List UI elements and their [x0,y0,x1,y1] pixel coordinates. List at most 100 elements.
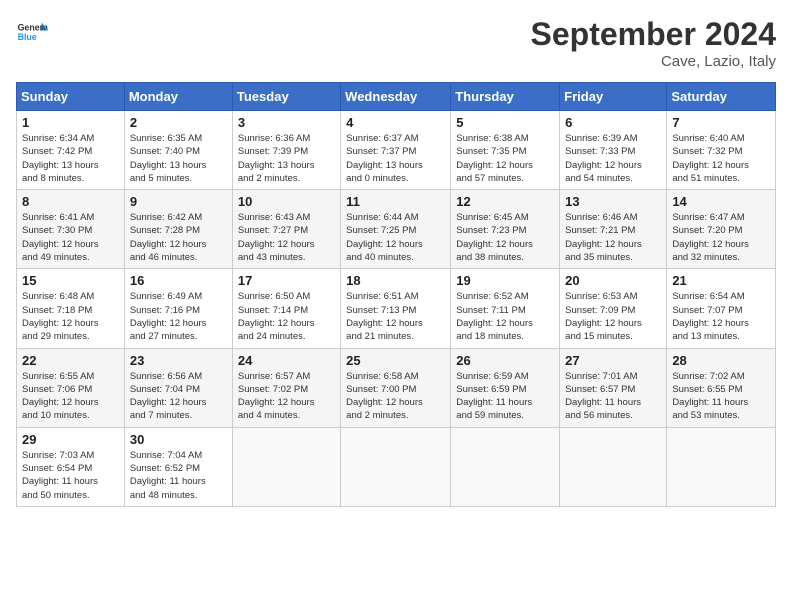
day-info: Sunrise: 6:52 AM Sunset: 7:11 PM Dayligh… [456,290,554,343]
day-of-week-header: Monday [124,83,232,111]
day-number: 25 [346,353,445,368]
day-info: Sunrise: 6:55 AM Sunset: 7:06 PM Dayligh… [22,370,119,423]
calendar-cell: 18 Sunrise: 6:51 AM Sunset: 7:13 PM Dayli… [341,269,451,348]
calendar-cell: 3 Sunrise: 6:36 AM Sunset: 7:39 PM Daylig… [232,111,340,190]
calendar-cell [451,427,560,506]
day-number: 16 [130,273,227,288]
day-number: 18 [346,273,445,288]
page-header: General Blue September 2024 Cave, Lazio,… [16,16,776,70]
day-info: Sunrise: 6:45 AM Sunset: 7:23 PM Dayligh… [456,211,554,264]
day-info: Sunrise: 7:03 AM Sunset: 6:54 PM Dayligh… [22,449,119,502]
day-of-week-header: Wednesday [341,83,451,111]
day-number: 24 [238,353,335,368]
calendar-cell: 25 Sunrise: 6:58 AM Sunset: 7:00 PM Dayli… [341,348,451,427]
calendar-week-row: 1 Sunrise: 6:34 AM Sunset: 7:42 PM Daylig… [17,111,776,190]
day-info: Sunrise: 6:51 AM Sunset: 7:13 PM Dayligh… [346,290,445,343]
calendar-cell: 8 Sunrise: 6:41 AM Sunset: 7:30 PM Daylig… [17,190,125,269]
day-number: 30 [130,432,227,447]
day-info: Sunrise: 6:59 AM Sunset: 6:59 PM Dayligh… [456,370,554,423]
calendar-cell: 19 Sunrise: 6:52 AM Sunset: 7:11 PM Dayli… [451,269,560,348]
calendar-cell: 23 Sunrise: 6:56 AM Sunset: 7:04 PM Dayli… [124,348,232,427]
day-info: Sunrise: 6:35 AM Sunset: 7:40 PM Dayligh… [130,132,227,185]
day-info: Sunrise: 6:43 AM Sunset: 7:27 PM Dayligh… [238,211,335,264]
day-number: 27 [565,353,661,368]
day-info: Sunrise: 6:47 AM Sunset: 7:20 PM Dayligh… [672,211,770,264]
day-number: 11 [346,194,445,209]
calendar-cell: 29 Sunrise: 7:03 AM Sunset: 6:54 PM Dayli… [17,427,125,506]
calendar-cell: 15Sunrise: 6:48 AM Sunset: 7:18 PM Dayli… [17,269,125,348]
day-number: 13 [565,194,661,209]
day-of-week-header: Friday [560,83,667,111]
calendar-cell: 10 Sunrise: 6:43 AM Sunset: 7:27 PM Dayli… [232,190,340,269]
calendar-week-row: 15Sunrise: 6:48 AM Sunset: 7:18 PM Dayli… [17,269,776,348]
calendar-cell: 27 Sunrise: 7:01 AM Sunset: 6:57 PM Dayli… [560,348,667,427]
calendar-cell: 2Sunrise: 6:35 AM Sunset: 7:40 PM Daylig… [124,111,232,190]
day-info: Sunrise: 6:37 AM Sunset: 7:37 PM Dayligh… [346,132,445,185]
day-number: 20 [565,273,661,288]
calendar-cell [341,427,451,506]
day-info: Sunrise: 6:53 AM Sunset: 7:09 PM Dayligh… [565,290,661,343]
calendar-cell: 21Sunrise: 6:54 AM Sunset: 7:07 PM Dayli… [667,269,776,348]
day-info: Sunrise: 6:46 AM Sunset: 7:21 PM Dayligh… [565,211,661,264]
day-info: Sunrise: 6:44 AM Sunset: 7:25 PM Dayligh… [346,211,445,264]
svg-text:Blue: Blue [18,32,37,42]
calendar-table: SundayMondayTuesdayWednesdayThursdayFrid… [16,82,776,507]
calendar-cell: 5 Sunrise: 6:38 AM Sunset: 7:35 PM Daylig… [451,111,560,190]
calendar-week-row: 22 Sunrise: 6:55 AM Sunset: 7:06 PM Dayli… [17,348,776,427]
day-of-week-header: Tuesday [232,83,340,111]
calendar-cell: 24Sunrise: 6:57 AM Sunset: 7:02 PM Dayli… [232,348,340,427]
day-info: Sunrise: 6:39 AM Sunset: 7:33 PM Dayligh… [565,132,661,185]
day-number: 17 [238,273,335,288]
calendar-week-row: 8 Sunrise: 6:41 AM Sunset: 7:30 PM Daylig… [17,190,776,269]
day-of-week-header: Thursday [451,83,560,111]
day-number: 29 [22,432,119,447]
day-info: Sunrise: 6:42 AM Sunset: 7:28 PM Dayligh… [130,211,227,264]
day-number: 8 [22,194,119,209]
day-info: Sunrise: 6:40 AM Sunset: 7:32 PM Dayligh… [672,132,770,185]
title-block: September 2024 Cave, Lazio, Italy [531,16,776,70]
calendar-cell: 17 Sunrise: 6:50 AM Sunset: 7:14 PM Dayli… [232,269,340,348]
day-number: 9 [130,194,227,209]
day-info: Sunrise: 6:50 AM Sunset: 7:14 PM Dayligh… [238,290,335,343]
day-number: 19 [456,273,554,288]
calendar-cell: 9 Sunrise: 6:42 AM Sunset: 7:28 PM Daylig… [124,190,232,269]
day-number: 15 [22,273,119,288]
logo-icon: General Blue [16,16,48,48]
calendar-header-row: SundayMondayTuesdayWednesdayThursdayFrid… [17,83,776,111]
calendar-cell: 26 Sunrise: 6:59 AM Sunset: 6:59 PM Dayli… [451,348,560,427]
calendar-cell [560,427,667,506]
day-number: 7 [672,115,770,130]
day-number: 21 [672,273,770,288]
day-number: 23 [130,353,227,368]
calendar-cell: 4Sunrise: 6:37 AM Sunset: 7:37 PM Daylig… [341,111,451,190]
calendar-cell: 12Sunrise: 6:45 AM Sunset: 7:23 PM Dayli… [451,190,560,269]
day-number: 6 [565,115,661,130]
day-info: Sunrise: 6:36 AM Sunset: 7:39 PM Dayligh… [238,132,335,185]
calendar-cell: 1 Sunrise: 6:34 AM Sunset: 7:42 PM Daylig… [17,111,125,190]
day-info: Sunrise: 6:56 AM Sunset: 7:04 PM Dayligh… [130,370,227,423]
day-of-week-header: Saturday [667,83,776,111]
day-info: Sunrise: 7:04 AM Sunset: 6:52 PM Dayligh… [130,449,227,502]
day-number: 3 [238,115,335,130]
day-info: Sunrise: 7:01 AM Sunset: 6:57 PM Dayligh… [565,370,661,423]
day-number: 10 [238,194,335,209]
day-number: 5 [456,115,554,130]
calendar-cell: 22 Sunrise: 6:55 AM Sunset: 7:06 PM Dayli… [17,348,125,427]
day-info: Sunrise: 6:49 AM Sunset: 7:16 PM Dayligh… [130,290,227,343]
day-info: Sunrise: 7:02 AM Sunset: 6:55 PM Dayligh… [672,370,770,423]
calendar-cell [232,427,340,506]
day-number: 26 [456,353,554,368]
calendar-cell: 20 Sunrise: 6:53 AM Sunset: 7:09 PM Dayli… [560,269,667,348]
logo: General Blue [16,16,48,48]
day-info: Sunrise: 6:38 AM Sunset: 7:35 PM Dayligh… [456,132,554,185]
day-info: Sunrise: 6:41 AM Sunset: 7:30 PM Dayligh… [22,211,119,264]
calendar-cell: 30 Sunrise: 7:04 AM Sunset: 6:52 PM Dayli… [124,427,232,506]
calendar-cell: 28Sunrise: 7:02 AM Sunset: 6:55 PM Dayli… [667,348,776,427]
calendar-cell: 13 Sunrise: 6:46 AM Sunset: 7:21 PM Dayli… [560,190,667,269]
day-number: 14 [672,194,770,209]
day-info: Sunrise: 6:58 AM Sunset: 7:00 PM Dayligh… [346,370,445,423]
day-number: 1 [22,115,119,130]
day-info: Sunrise: 6:34 AM Sunset: 7:42 PM Dayligh… [22,132,119,185]
day-number: 22 [22,353,119,368]
calendar-cell: 11 Sunrise: 6:44 AM Sunset: 7:25 PM Dayli… [341,190,451,269]
